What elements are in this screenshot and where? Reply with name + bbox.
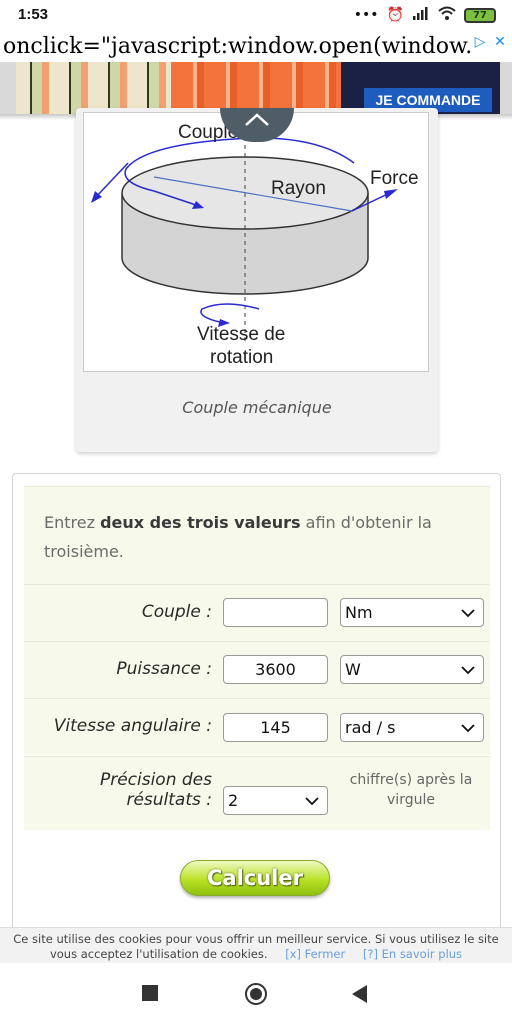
couple-unit-select[interactable]: Nm	[340, 598, 484, 627]
status-bar: 1:53 ••• ⏰ 77	[0, 0, 512, 32]
status-time: 1:53	[18, 6, 49, 23]
cookie-close-link[interactable]: [x] Fermer	[285, 947, 345, 961]
figure-caption: Couple mécanique	[182, 398, 332, 417]
couple-unit-value: Nm	[345, 603, 373, 622]
calculate-button[interactable]: Calculer	[180, 860, 330, 896]
chevron-down-icon	[461, 609, 475, 618]
chevron-up-icon	[245, 113, 269, 126]
sushi-image	[16, 62, 171, 114]
cookie-more-link[interactable]: [?] En savoir plus	[363, 947, 462, 961]
intro-text-bold: deux des trois valeurs	[100, 513, 301, 532]
cookie-banner: Ce site utilise des cookies pour vous of…	[0, 927, 512, 963]
ad-image[interactable]: JE COMMANDE	[16, 62, 500, 114]
vitesse-label-line1: Vitesse de	[197, 324, 286, 345]
couple-row-label: Couple :	[141, 602, 212, 622]
rayon-label: Rayon	[271, 178, 326, 199]
vitesse-row-label: Vitesse angulaire :	[53, 716, 212, 736]
salmon-image	[171, 62, 341, 114]
vitesse-label-line2: rotation	[210, 347, 274, 368]
alarm-icon: ⏰	[386, 7, 404, 23]
more-dots-icon: •••	[353, 7, 379, 23]
ad-code-text[interactable]: onclick="javascript:window.open(window.	[0, 32, 512, 62]
puissance-row-label: Puissance :	[116, 659, 212, 679]
adchoices-icon[interactable]: ▷	[472, 34, 488, 50]
back-icon[interactable]	[352, 985, 367, 1003]
precision-select[interactable]: 2	[223, 786, 328, 815]
ad-controls: ▷ ✕	[472, 34, 508, 50]
precision-note: chiffre(s) après la virgule	[349, 772, 473, 808]
navigation-bar	[0, 963, 512, 1024]
precision-label-line2: résultats :	[126, 790, 212, 810]
couple-input[interactable]	[223, 598, 328, 627]
wifi-icon	[438, 6, 456, 24]
home-icon[interactable]	[245, 983, 267, 1005]
vitesse-unit-select[interactable]: rad / s	[340, 713, 484, 742]
close-icon[interactable]: ✕	[492, 34, 508, 50]
vitesse-unit-value: rad / s	[345, 718, 396, 737]
signal-icon	[412, 6, 430, 24]
chevron-down-icon	[461, 666, 475, 675]
puissance-unit-select[interactable]: W	[340, 655, 484, 684]
precision-value: 2	[228, 791, 239, 810]
chevron-down-icon	[461, 724, 475, 733]
puissance-unit-value: W	[345, 660, 361, 679]
force-label: Force	[370, 168, 419, 189]
vitesse-input[interactable]: 145	[223, 713, 328, 742]
battery-icon: 77	[464, 7, 496, 23]
recents-icon[interactable]	[142, 985, 158, 1001]
calculator-instructions: Entrez deux des trois valeurs afin d'obt…	[44, 508, 472, 566]
intro-text-before: Entrez	[44, 513, 101, 532]
chevron-down-icon	[305, 797, 319, 806]
puissance-input[interactable]: 3600	[223, 655, 328, 684]
precision-label-line1: Précision des	[99, 770, 212, 790]
ad-banner[interactable]: JE COMMANDE	[0, 62, 512, 114]
status-icons: ••• ⏰ 77	[354, 6, 496, 24]
